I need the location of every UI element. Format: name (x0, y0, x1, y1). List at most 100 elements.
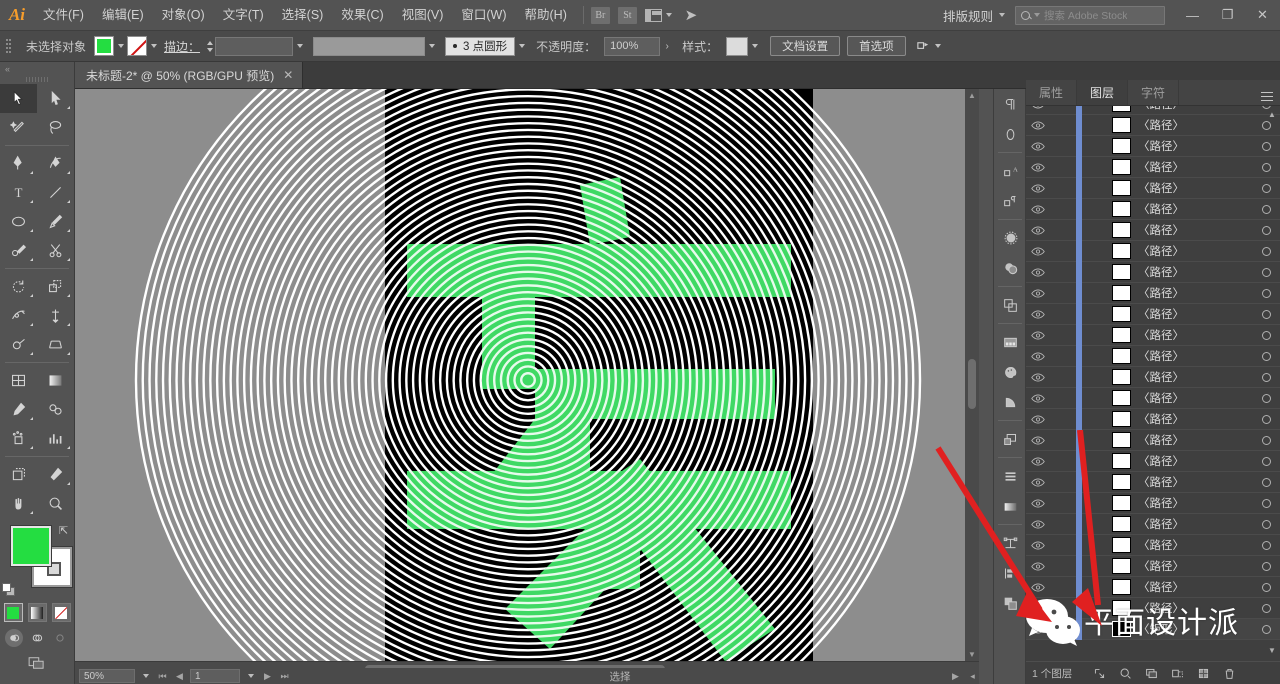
typekit-icon[interactable]: ➤ (680, 6, 702, 24)
table-row[interactable]: 〈路径〉 (1026, 450, 1280, 472)
artboard-tool[interactable] (0, 460, 37, 489)
table-row[interactable]: 〈路径〉 (1026, 177, 1280, 199)
visibility-toggle-icon[interactable] (1026, 603, 1050, 614)
scroll-down-icon[interactable]: ▼ (968, 650, 976, 659)
swatches-icon[interactable] (994, 327, 1027, 357)
tab-layers[interactable]: 图层 (1077, 80, 1129, 105)
collect-in-new-layer-icon[interactable] (1164, 662, 1190, 684)
shape-builder-tool[interactable] (0, 330, 37, 359)
canvas-area[interactable] (75, 89, 979, 661)
layer-target-icon[interactable] (1262, 540, 1271, 550)
glyphs-icon[interactable] (994, 119, 1027, 149)
table-row[interactable]: 〈路径〉 (1026, 345, 1280, 367)
select-similar-dropdown-icon[interactable] (932, 36, 945, 56)
layer-target-icon[interactable] (1262, 288, 1271, 298)
workspace-switcher[interactable]: 排版规则 (933, 6, 1015, 25)
stroke-icon[interactable] (994, 461, 1027, 491)
table-row[interactable]: 〈路径〉 (1026, 303, 1280, 325)
layer-target-icon[interactable] (1262, 435, 1271, 445)
stroke-weight-label[interactable]: 描边： (160, 38, 204, 55)
visibility-toggle-icon[interactable] (1026, 414, 1050, 425)
visibility-toggle-icon[interactable] (1026, 267, 1050, 278)
layer-target-icon[interactable] (1262, 204, 1271, 214)
menu-help[interactable]: 帮助(H) (516, 0, 576, 31)
layer-target-icon[interactable] (1262, 267, 1271, 277)
scroll-up-icon[interactable]: ▲ (968, 91, 976, 100)
draw-inside-button[interactable] (51, 629, 69, 647)
ellipse-tool[interactable] (0, 207, 37, 236)
document-tab[interactable]: 未标题-2* @ 50% (RGB/GPU 预览) ✕ (75, 62, 304, 88)
visibility-toggle-icon[interactable] (1026, 540, 1050, 551)
tab-properties[interactable]: 属性 (1026, 80, 1078, 105)
opacity-input[interactable]: 100% (604, 36, 661, 56)
brushes-icon[interactable] (994, 223, 1027, 253)
layer-target-icon[interactable] (1262, 393, 1271, 403)
pencil-tool[interactable] (0, 236, 37, 265)
character-styles-icon[interactable]: A (994, 156, 1027, 186)
paragraph-icon[interactable] (994, 89, 1027, 119)
tab-character[interactable]: 字符 (1128, 80, 1180, 105)
table-row[interactable]: 〈路径〉 (1026, 597, 1280, 619)
menu-type[interactable]: 文字(T) (214, 0, 273, 31)
table-row[interactable]: 〈路径〉 (1026, 408, 1280, 430)
panel-menu-icon[interactable] (1254, 80, 1280, 105)
table-row[interactable]: 〈路径〉 (1026, 240, 1280, 262)
paintbrush-tool[interactable] (37, 207, 74, 236)
previous-artboard-button[interactable]: ◀ (173, 671, 186, 682)
table-row[interactable]: 〈路径〉 (1026, 261, 1280, 283)
visibility-toggle-icon[interactable] (1026, 288, 1050, 299)
layer-target-icon[interactable] (1262, 519, 1271, 529)
line-segment-tool[interactable] (37, 178, 74, 207)
blend-tool[interactable] (37, 395, 74, 424)
artboard-number-input[interactable]: 1 (190, 669, 240, 683)
width-tool[interactable] (0, 301, 37, 330)
draw-behind-button[interactable] (28, 629, 46, 647)
fill-color-box[interactable] (11, 526, 51, 566)
zoom-dropdown-icon[interactable] (139, 674, 152, 678)
layer-target-icon[interactable] (1262, 141, 1271, 151)
swap-fill-stroke-icon[interactable]: ⇱ (59, 524, 71, 537)
close-icon[interactable]: ✕ (283, 68, 293, 82)
menu-window[interactable]: 窗口(W) (452, 0, 515, 31)
transform-icon[interactable] (994, 528, 1027, 558)
visibility-toggle-icon[interactable] (1026, 498, 1050, 509)
table-row[interactable]: 〈路径〉 (1026, 106, 1280, 115)
mesh-tool[interactable] (0, 366, 37, 395)
first-artboard-button[interactable]: ⏮ (156, 671, 169, 682)
gradient-icon[interactable] (994, 491, 1027, 521)
last-artboard-button[interactable]: ⏭ (278, 671, 291, 682)
rotate-tool[interactable] (0, 272, 37, 301)
artboard-dropdown-icon[interactable] (244, 674, 257, 678)
layer-row-list[interactable]: 〈路径〉 〈路径〉 〈路径〉 〈路径〉 〈路径〉 〈路径〉 〈路径〉 〈路径〉 〈路径〉 〈路径〉… (1026, 106, 1280, 654)
layer-target-icon[interactable] (1262, 582, 1271, 592)
column-graph-tool[interactable] (37, 424, 74, 453)
vertical-scrollbar[interactable]: ▲ ▼ (965, 89, 979, 661)
toolbar-collapse-button[interactable]: « (0, 62, 74, 75)
align-icon[interactable] (994, 558, 1027, 588)
visibility-toggle-icon[interactable] (1026, 393, 1050, 404)
table-row[interactable]: 〈路径〉 (1026, 471, 1280, 493)
layer-target-icon[interactable] (1262, 106, 1271, 109)
free-transform-tool[interactable] (37, 301, 74, 330)
layer-target-icon[interactable] (1262, 603, 1271, 613)
symbol-sprayer-tool[interactable] (0, 424, 37, 453)
table-row[interactable]: 〈路径〉 (1026, 135, 1280, 157)
status-menu-icon[interactable]: ▶ (949, 671, 962, 682)
search-input[interactable]: 搜索 Adobe Stock (1015, 5, 1165, 25)
visibility-toggle-icon[interactable] (1026, 456, 1050, 467)
slice-tool[interactable] (37, 460, 74, 489)
pathfinder-icon[interactable] (994, 290, 1027, 320)
new-layer-icon[interactable] (1190, 662, 1216, 684)
screen-mode-button[interactable] (0, 656, 74, 670)
layer-target-icon[interactable] (1262, 246, 1271, 256)
visibility-toggle-icon[interactable] (1026, 624, 1050, 635)
paragraph-styles-icon[interactable] (994, 186, 1027, 216)
visibility-toggle-icon[interactable] (1026, 582, 1050, 593)
stroke-weight-dropdown-icon[interactable] (293, 36, 306, 56)
visibility-toggle-icon[interactable] (1026, 477, 1050, 488)
close-button[interactable]: ✕ (1245, 0, 1280, 31)
table-row[interactable]: 〈路径〉 (1026, 282, 1280, 304)
none-mode-button[interactable] (51, 603, 71, 622)
layers-dock-icon[interactable] (994, 424, 1027, 454)
menu-effect[interactable]: 效果(C) (332, 0, 392, 31)
